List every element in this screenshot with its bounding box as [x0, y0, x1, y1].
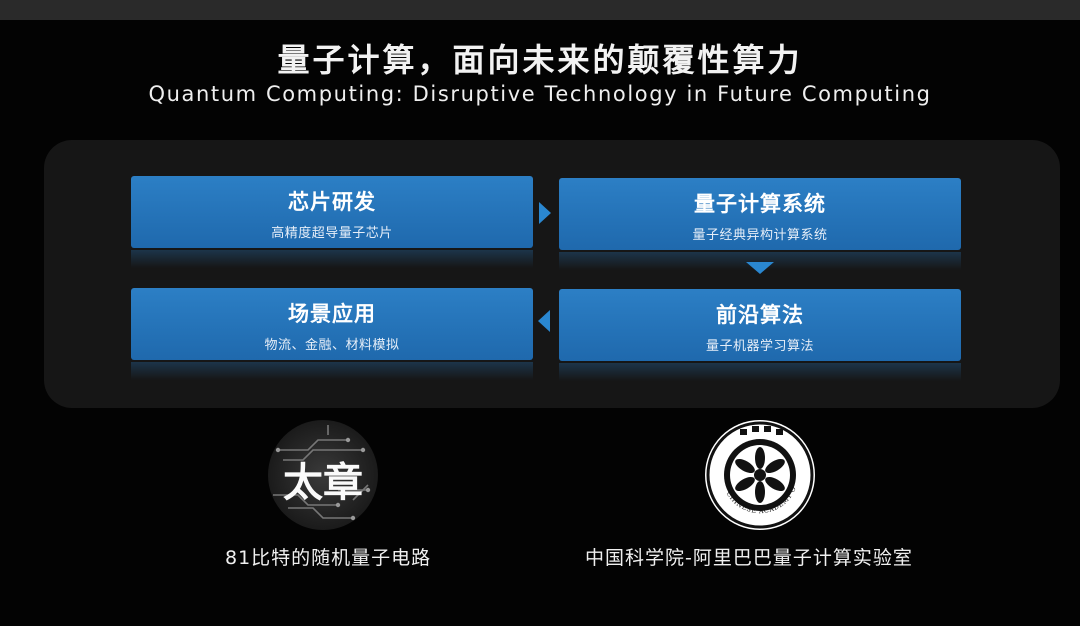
quantum-system-box[interactable]: 量子计算系统 量子经典异构计算系统	[559, 178, 961, 270]
taizhang-caption: 81比特的随机量子电路	[225, 547, 432, 569]
cas-emblem-icon: CHINESE ACADEMY OF SCIENCES	[702, 414, 814, 529]
algorithm-title: 前沿算法	[716, 303, 804, 327]
window-top-bar	[0, 0, 1080, 20]
algorithm-subtitle: 量子机器学习算法	[705, 339, 814, 354]
application-title: 场景应用	[288, 302, 376, 326]
cas-logo: CHINESE ACADEMY OF SCIENCES	[702, 414, 815, 530]
slide-title-english: Quantum Computing: Disruptive Technology…	[148, 82, 932, 106]
quantum-system-subtitle: 量子经典异构计算系统	[692, 228, 828, 243]
chip-rnd-box[interactable]: 芯片研发 高精度超导量子芯片	[131, 176, 533, 268]
taizhang-logo-text: 太章	[283, 460, 363, 506]
arrow-right-icon	[539, 202, 551, 224]
slide-title-chinese: 量子计算，面向未来的颠覆性算力	[277, 41, 803, 79]
application-subtitle: 物流、金融、材料模拟	[264, 338, 400, 353]
cas-caption: 中国科学院-阿里巴巴量子计算实验室	[585, 547, 913, 569]
algorithm-box[interactable]: 前沿算法 量子机器学习算法	[559, 289, 961, 381]
taizhang-logo: 太章	[268, 420, 378, 530]
chip-rnd-subtitle: 高精度超导量子芯片	[271, 226, 393, 241]
application-box[interactable]: 场景应用 物流、金融、材料模拟	[131, 288, 533, 380]
arrow-down-icon	[746, 262, 774, 274]
chip-rnd-title: 芯片研发	[288, 190, 376, 214]
arrow-left-icon	[538, 310, 550, 332]
quantum-system-title: 量子计算系统	[694, 192, 826, 216]
